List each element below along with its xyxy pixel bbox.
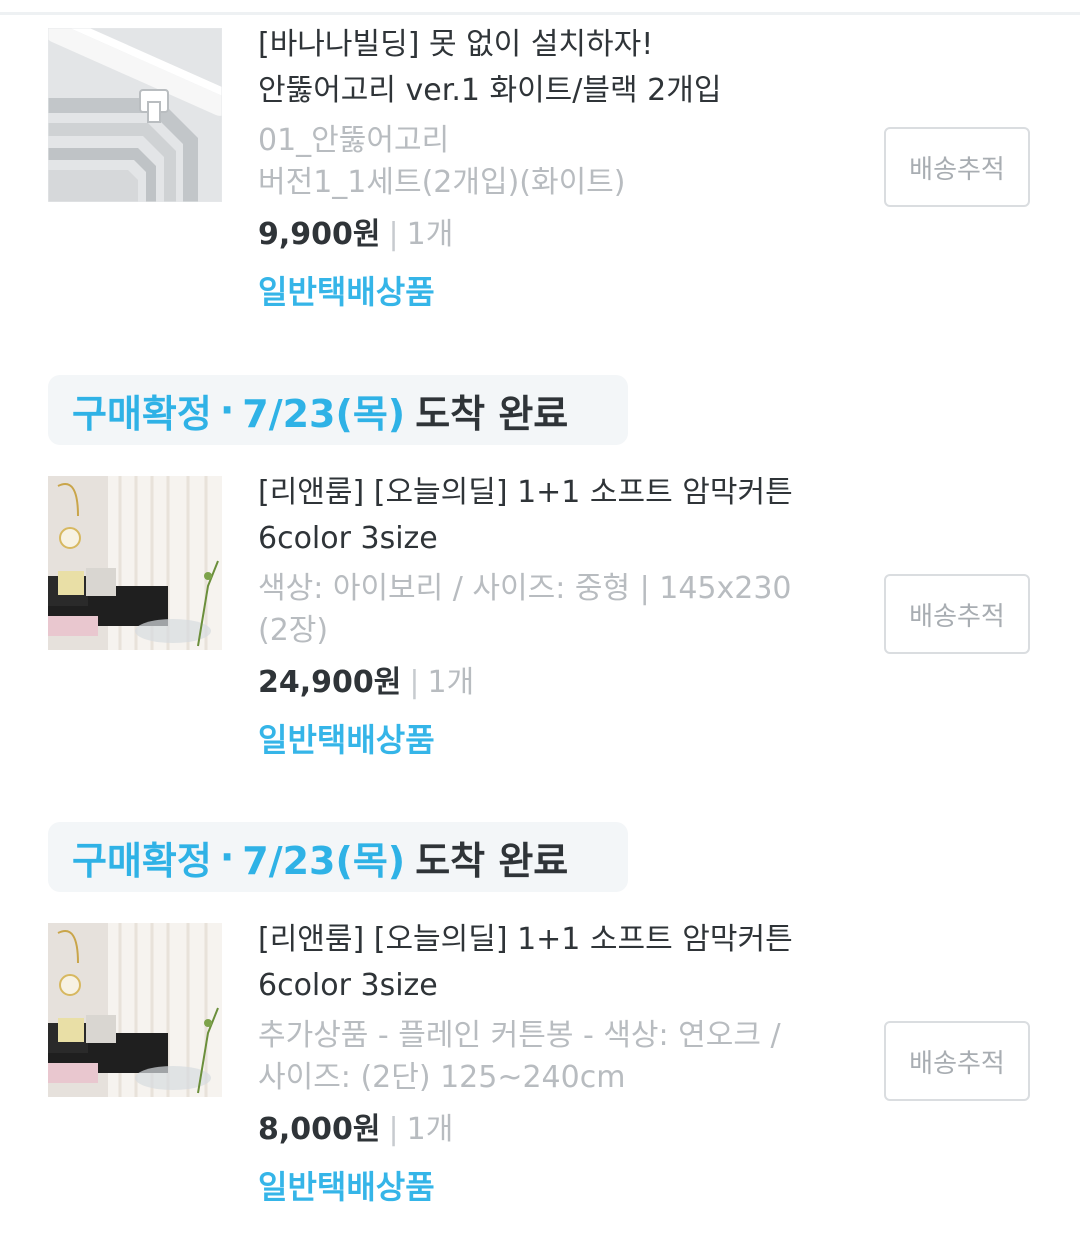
product-option-line: 01_안뚫어고리 bbox=[258, 123, 450, 158]
product-title-line: 6color 3size bbox=[258, 521, 438, 556]
shipping-type-label: 일반택배상품 bbox=[258, 273, 435, 311]
order-status-header: 구매확정 · 7/23(목) 도착 완료 bbox=[48, 822, 628, 892]
product-price: 8,000원 bbox=[258, 1112, 381, 1147]
product-title-line: [리앤룸] [오늘의딜] 1+1 소프트 암막커튼 bbox=[258, 922, 793, 957]
product-quantity: 1개 bbox=[427, 665, 475, 700]
product-price: 9,900원 bbox=[258, 217, 381, 252]
delivery-status: 도착 완료 bbox=[415, 391, 569, 436]
product-title-line: 안뚫어고리 ver.1 화이트/블랙 2개입 bbox=[258, 73, 722, 108]
product-price: 24,900원 bbox=[258, 665, 402, 700]
price-separator: | bbox=[388, 1112, 399, 1147]
arrival-date: 7/23(목) bbox=[242, 391, 406, 436]
product-thumbnail[interactable] bbox=[48, 923, 222, 1097]
product-title[interactable]: [바나나빌딩] 못 없이 설치하자! 안뚫어고리 ver.1 화이트/블랙 2개… bbox=[258, 22, 848, 114]
product-title-line: 6color 3size bbox=[258, 968, 438, 1003]
product-option: 색상: 아이보리 / 사이즈: 중형 | 145x230 (2장) bbox=[258, 568, 848, 652]
purchase-confirmed-label: 구매확정 bbox=[72, 391, 212, 436]
track-shipment-button[interactable]: 배송추적 bbox=[884, 127, 1030, 207]
product-quantity: 1개 bbox=[406, 1112, 454, 1147]
curtain-room-image-icon bbox=[48, 476, 222, 650]
item-info: [리앤룸] [오늘의딜] 1+1 소프트 암막커튼 6color 3size 색… bbox=[258, 475, 848, 764]
arrival-date: 7/23(목) bbox=[242, 838, 406, 883]
product-title-line: [바나나빌딩] 못 없이 설치하자! bbox=[258, 27, 654, 62]
price-row: 9,900원 | 1개 bbox=[258, 212, 848, 258]
product-option-line: 추가상품 - 플레인 커튼봉 - 색상: 연오크 / bbox=[258, 1018, 781, 1053]
purchase-confirmed-label: 구매확정 bbox=[72, 838, 212, 883]
order-item: [리앤룸] [오늘의딜] 1+1 소프트 암막커튼 6color 3size 추… bbox=[0, 922, 1080, 1223]
status-dot: · bbox=[219, 835, 235, 879]
shipping-type-label: 일반택배상품 bbox=[258, 721, 435, 759]
order-status-header: 구매확정 · 7/23(목) 도착 완료 bbox=[48, 375, 628, 445]
product-thumbnail[interactable] bbox=[48, 476, 222, 650]
price-row: 24,900원 | 1개 bbox=[258, 660, 848, 706]
price-row: 8,000원 | 1개 bbox=[258, 1107, 848, 1153]
price-separator: | bbox=[409, 665, 420, 700]
product-title[interactable]: [리앤룸] [오늘의딜] 1+1 소프트 암막커튼 6color 3size bbox=[258, 917, 848, 1009]
curtain-room-image-icon bbox=[48, 923, 222, 1097]
product-title-line: [리앤룸] [오늘의딜] 1+1 소프트 암막커튼 bbox=[258, 475, 793, 510]
order-list: [바나나빌딩] 못 없이 설치하자! 안뚫어고리 ver.1 화이트/블랙 2개… bbox=[0, 0, 1080, 1240]
item-info: [바나나빌딩] 못 없이 설치하자! 안뚫어고리 ver.1 화이트/블랙 2개… bbox=[258, 27, 848, 316]
curtain-rod-image-icon bbox=[48, 28, 222, 202]
track-shipment-button[interactable]: 배송추적 bbox=[884, 574, 1030, 654]
product-title[interactable]: [리앤룸] [오늘의딜] 1+1 소프트 암막커튼 6color 3size bbox=[258, 470, 848, 562]
product-thumbnail[interactable] bbox=[48, 28, 222, 202]
delivery-status: 도착 완료 bbox=[415, 838, 569, 883]
product-option: 추가상품 - 플레인 커튼봉 - 색상: 연오크 / 사이즈: (2단) 125… bbox=[258, 1015, 848, 1099]
status-dot: · bbox=[219, 388, 235, 432]
item-info: [리앤룸] [오늘의딜] 1+1 소프트 암막커튼 6color 3size 추… bbox=[258, 922, 848, 1211]
order-item: [바나나빌딩] 못 없이 설치하자! 안뚫어고리 ver.1 화이트/블랙 2개… bbox=[0, 27, 1080, 328]
product-option-line: 사이즈: (2단) 125~240cm bbox=[258, 1060, 626, 1095]
product-option-line: (2장) bbox=[258, 613, 329, 648]
order-item: [리앤룸] [오늘의딜] 1+1 소프트 암막커튼 6color 3size 색… bbox=[0, 475, 1080, 776]
product-option-line: 버전1_1세트(2개입)(화이트) bbox=[258, 165, 626, 200]
product-option-line: 색상: 아이보리 / 사이즈: 중형 | 145x230 bbox=[258, 571, 792, 606]
track-shipment-button[interactable]: 배송추적 bbox=[884, 1021, 1030, 1101]
product-quantity: 1개 bbox=[406, 217, 454, 252]
price-separator: | bbox=[388, 217, 399, 252]
top-divider bbox=[0, 12, 1080, 15]
product-option: 01_안뚫어고리 버전1_1세트(2개입)(화이트) bbox=[258, 120, 848, 204]
shipping-type-label: 일반택배상품 bbox=[258, 1168, 435, 1206]
